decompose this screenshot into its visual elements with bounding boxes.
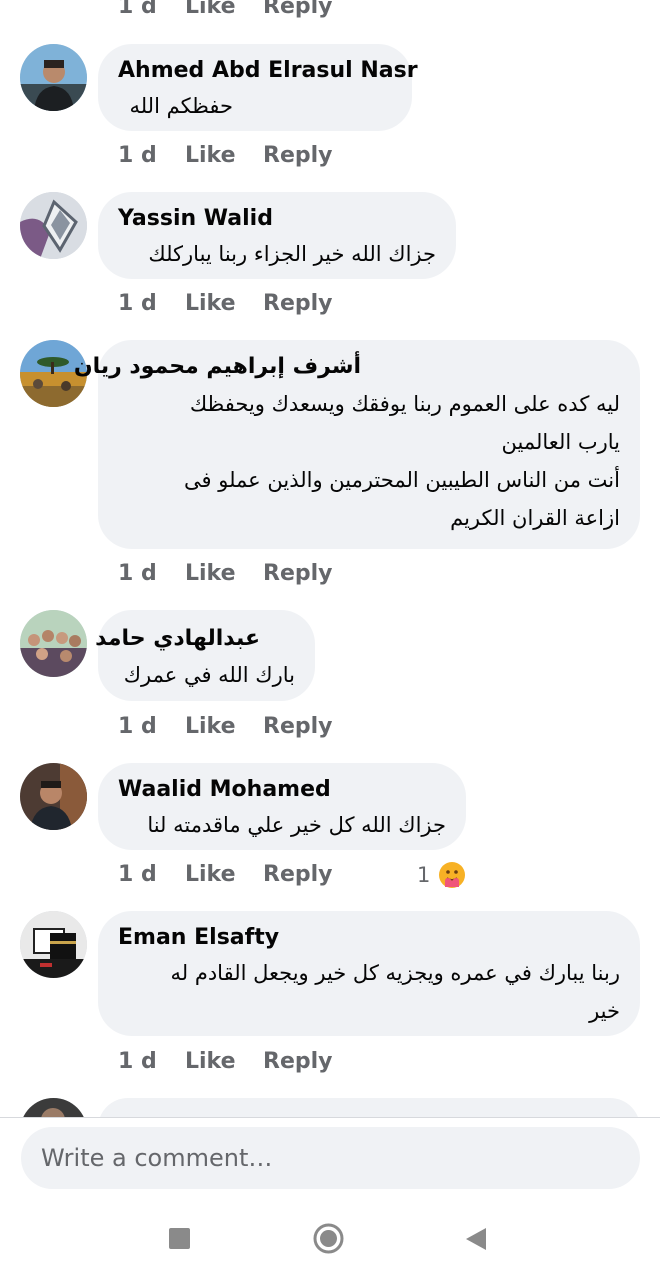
- comment-time[interactable]: 1 d: [118, 860, 157, 890]
- recent-apps-icon[interactable]: [169, 1228, 190, 1249]
- avatar[interactable]: [20, 1098, 87, 1118]
- like-button[interactable]: Like: [185, 289, 236, 319]
- comment-time[interactable]: 1 d: [118, 0, 157, 22]
- reply-button[interactable]: Reply: [263, 559, 333, 589]
- comment-bubble: [98, 1098, 640, 1118]
- reply-button[interactable]: Reply: [263, 141, 333, 171]
- system-navigation-bar: [0, 1190, 660, 1280]
- care-reaction-icon: [437, 860, 467, 890]
- comment-input[interactable]: Write a comment…: [21, 1127, 640, 1189]
- comment-text-line: ليه كده على العموم ربنا يوفقك ويسعدك ويح…: [189, 392, 620, 416]
- like-button[interactable]: Like: [185, 559, 236, 589]
- avatar[interactable]: [20, 192, 87, 259]
- comment-bubble: Eman Elsafty ربنا يبارك في عمره ويجزيه ك…: [98, 911, 640, 1036]
- comments-feed[interactable]: 1 d Like Reply Ahmed Abd Elrasul Nasr حف…: [0, 0, 660, 1118]
- like-button[interactable]: Like: [185, 0, 236, 22]
- commenter-name[interactable]: Yassin Walid: [118, 206, 273, 232]
- comment-text-line: خير: [589, 999, 620, 1023]
- comment-text: حفظكم الله: [129, 94, 233, 118]
- avatar[interactable]: [20, 610, 87, 677]
- reply-button[interactable]: Reply: [263, 0, 333, 22]
- comment-bubble: أشرف إبراهيم محمود ريان ليه كده على العم…: [74, 340, 640, 549]
- comment-time[interactable]: 1 d: [118, 141, 157, 171]
- comment-input-placeholder: Write a comment…: [41, 1144, 273, 1172]
- comment-time[interactable]: 1 d: [118, 712, 157, 742]
- commenter-name[interactable]: Eman Elsafty: [118, 925, 279, 951]
- avatar[interactable]: [20, 44, 87, 111]
- divider: [0, 1117, 660, 1118]
- like-button[interactable]: Like: [185, 860, 236, 890]
- like-button[interactable]: Like: [185, 712, 236, 742]
- comment-text: بارك الله في عمرك: [123, 663, 295, 687]
- avatar[interactable]: [20, 763, 87, 830]
- comment-bubble: Waalid Mohamed جزاك الله كل خير علي ماقد…: [98, 763, 466, 850]
- back-icon[interactable]: [465, 1227, 487, 1251]
- comment-bubble: Ahmed Abd Elrasul Nasr حفظكم الله: [98, 44, 418, 131]
- avatar[interactable]: [20, 911, 87, 978]
- home-icon[interactable]: [313, 1223, 344, 1254]
- reaction-summary[interactable]: 1: [417, 860, 430, 890]
- commenter-name[interactable]: Ahmed Abd Elrasul Nasr: [118, 58, 418, 84]
- reaction-count: 1: [417, 863, 431, 887]
- commenter-name[interactable]: عبدالهادي حامد: [95, 626, 260, 652]
- comment-text: جزاك الله خير الجزاء ربنا يباركلك: [148, 242, 436, 266]
- reply-button[interactable]: Reply: [263, 712, 333, 742]
- comment-text-line: يارب العالمين: [501, 430, 620, 454]
- like-button[interactable]: Like: [185, 141, 236, 171]
- comment-bubble: عبدالهادي حامد بارك الله في عمرك: [95, 610, 315, 701]
- comment-text: جزاك الله كل خير علي ماقدمته لنا: [147, 813, 446, 837]
- like-button[interactable]: Like: [185, 1047, 236, 1077]
- commenter-name[interactable]: Waalid Mohamed: [118, 777, 331, 803]
- comment-text-line: أنت من الناس الطيبين المحترمين والذين عم…: [184, 468, 620, 492]
- comment-time[interactable]: 1 d: [118, 559, 157, 589]
- reply-button[interactable]: Reply: [263, 1047, 333, 1077]
- comment-bubble: Yassin Walid جزاك الله خير الجزاء ربنا ي…: [98, 192, 456, 279]
- comment-text-line: ازاعة القران الكريم: [450, 506, 620, 530]
- comment-time[interactable]: 1 d: [118, 1047, 157, 1077]
- commenter-name[interactable]: أشرف إبراهيم محمود ريان: [74, 354, 361, 380]
- comment-time[interactable]: 1 d: [118, 289, 157, 319]
- reply-button[interactable]: Reply: [263, 289, 333, 319]
- comment-text-line: ربنا يبارك في عمره ويجزيه كل خير ويجعل ا…: [170, 961, 620, 985]
- reply-button[interactable]: Reply: [263, 860, 333, 890]
